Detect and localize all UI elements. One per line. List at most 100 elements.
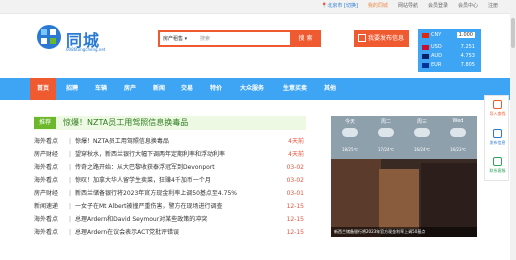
list-item[interactable]: 房产财经 | 望穿秋水，新西兰银行大幅下调两年定期利率和浮动利率 4天前 [34, 148, 304, 161]
top-link-login[interactable]: 会员登录 [428, 2, 448, 9]
headline-title[interactable]: 惊爆！NZTA员工用驾照信息换毒品 [63, 117, 188, 128]
news-separator: | [69, 164, 72, 171]
news-category[interactable]: 新闻速递 [34, 200, 58, 213]
nav-item-trade[interactable]: 交易 [175, 78, 199, 100]
search-box: 房产租售 ▾ 搜索 搜 索 [158, 30, 321, 47]
search-button[interactable]: 搜 索 [290, 30, 321, 47]
fx-base-code: CNY [431, 32, 442, 38]
fx-code: EUR [431, 62, 442, 68]
post-icon [493, 129, 502, 138]
news-date: 4天前 [288, 151, 304, 158]
cloud-icon [450, 128, 466, 137]
top-link-register[interactable]: 注册 [488, 2, 498, 9]
list-item[interactable]: 新闻速递 | 一女子在Mt Albert被撞严重伤害，警方在现场进行调查 12-1… [34, 200, 304, 213]
top-link-member[interactable]: 会员中心 [458, 2, 478, 9]
news-separator: | [69, 177, 72, 184]
edit-icon [358, 34, 366, 42]
scrollbar[interactable] [510, 0, 516, 260]
rightbar-import[interactable]: 导入查找 [485, 96, 510, 124]
fx-base-value[interactable]: 1.000 [456, 32, 475, 38]
site-logo[interactable]: 同城 0086tongcheng.net [36, 24, 106, 58]
news-separator: | [69, 203, 72, 210]
weather-temp: 18/25℃ [341, 147, 359, 152]
scrollbar-thumb[interactable] [511, 18, 515, 48]
news-title[interactable]: 总理Ardern和David Seymour对某些政策的冲突 [75, 213, 265, 226]
cloud-icon [342, 128, 358, 137]
news-title[interactable]: 惊爆！NZTA员工用驾照信息换毒品 [75, 135, 265, 148]
cloud-icon [414, 128, 430, 137]
list-item[interactable]: 房产财经 | 新西兰储备银行将2023年官方现金利率上调50基点至4.75% 03… [34, 187, 304, 200]
news-category[interactable]: 海外看点 [34, 174, 58, 187]
fx-value: 7.251 [460, 44, 475, 50]
news-category[interactable]: 海外看点 [34, 161, 58, 174]
headline-banner[interactable]: 推荐 惊爆！NZTA员工用驾照信息换毒品 [34, 116, 306, 130]
news-category[interactable]: 海外看点 [34, 135, 58, 148]
weather-day: Wed [452, 118, 464, 124]
fx-value: 7.805 [460, 62, 475, 68]
news-title[interactable]: 惊叹！加拿大华人留学生卖菜，狂赚4千加币一个月 [75, 174, 265, 187]
recommend-tag: 推荐 [34, 117, 56, 129]
rightbar-label: 发布信息 [489, 140, 506, 145]
news-date: 12-15 [286, 229, 304, 236]
top-links: 📍北京市 [切换] 我的同城 网站导航 会员登录 会员中心 注册 [321, 2, 498, 9]
fx-value: 4.753 [460, 53, 475, 59]
weather-day: 周三 [416, 119, 427, 125]
fx-row: USD 7.251 [422, 44, 478, 50]
rightbar-service[interactable]: 联系客服 [485, 153, 510, 181]
post-info-button[interactable]: 我要发布信息 [354, 30, 409, 47]
list-item[interactable]: 海外看点 | 传奇之路开始：从大巴黎收获泰浮冠军到Devonport 03-02 [34, 161, 304, 174]
nav-item-jobs[interactable]: 招聘 [60, 78, 84, 100]
right-float-bar: 导入查找 发布信息 联系客服 [484, 95, 509, 181]
nav-item-home[interactable]: 首页 [30, 78, 56, 100]
nav-item-cars[interactable]: 车辆 [89, 78, 113, 100]
fx-header: CNY 1.000 [422, 32, 478, 38]
news-date: 03-02 [286, 177, 304, 184]
nav-item-services[interactable]: 大众服务 [233, 78, 271, 100]
news-category[interactable]: 海外看点 [34, 226, 58, 239]
fx-row: EUR 7.805 [422, 62, 478, 68]
eur-flag-icon [422, 63, 429, 68]
location-switch[interactable]: 📍北京市 [切换] [321, 2, 358, 9]
news-category[interactable]: 房产财经 [34, 187, 58, 200]
news-title[interactable]: 总理Ardern在议会表示ACT党批评错误 [75, 226, 265, 239]
nav-item-news[interactable]: 新闻 [147, 78, 171, 100]
fx-row: AUD 4.753 [422, 53, 478, 59]
news-date: 4天前 [288, 138, 304, 145]
feature-photo[interactable]: 新西兰储备银行将2023年官方现金利率上调50基点 [331, 159, 477, 237]
rightbar-post[interactable]: 发布信息 [485, 125, 510, 153]
weather-day: 周二 [380, 119, 391, 125]
chat-icon [493, 157, 502, 166]
logo-subtext: 0086tongcheng.net [66, 47, 106, 52]
list-item[interactable]: 海外看点 | 惊叹！加拿大华人留学生卖菜，狂赚4千加币一个月 03-02 [34, 174, 304, 187]
news-date: 03-01 [286, 190, 304, 197]
rightbar-label: 联系客服 [489, 168, 506, 173]
top-link-my-city[interactable]: 我的同城 [368, 2, 388, 9]
news-title[interactable]: 新西兰储备银行将2023年官方现金利率上调50基点至4.75% [75, 187, 265, 200]
photo-caption[interactable]: 新西兰储备银行将2023年官方现金利率上调50基点 [331, 227, 477, 237]
usd-flag-icon [422, 45, 429, 50]
post-info-label: 我要发布信息 [368, 35, 405, 42]
top-link-site-nav[interactable]: 网站导航 [398, 2, 418, 9]
news-separator: | [69, 151, 72, 158]
search-input[interactable]: 搜索 [200, 35, 210, 42]
search-category-select[interactable]: 房产租售 ▾ [163, 35, 187, 42]
list-item[interactable]: 海外看点 | 总理Ardern在议会表示ACT党批评错误 12-15 [34, 226, 304, 239]
nav-item-property[interactable]: 房产 [118, 78, 142, 100]
nav-item-deals[interactable]: 特价 [204, 78, 228, 100]
list-item[interactable]: 海外看点 | 总理Ardern和David Seymour对某些政策的冲突 12-… [34, 213, 304, 226]
exchange-rate-widget: CNY 1.000 USD 7.251 AUD 4.753 EUR 7.805 [418, 29, 481, 72]
news-title[interactable]: 传奇之路开始：从大巴黎收获泰浮冠军到Devonport [75, 161, 265, 174]
import-icon [493, 100, 502, 109]
news-title[interactable]: 一女子在Mt Albert被撞严重伤害，警方在现场进行调查 [75, 200, 265, 213]
list-item[interactable]: 海外看点 | 惊爆！NZTA员工用驾照信息换毒品 4天前 [34, 135, 304, 148]
news-category[interactable]: 房产财经 [34, 148, 58, 161]
rightbar-label: 导入查找 [489, 111, 506, 116]
news-title[interactable]: 望穿秋水，新西兰银行大幅下调两年定期利率和浮动利率 [75, 148, 265, 161]
news-date: 12-15 [286, 216, 304, 223]
nav-item-business[interactable]: 生意买卖 [276, 78, 314, 100]
aud-flag-icon [422, 54, 429, 59]
weather-temp: 17/24℃ [377, 147, 395, 152]
nav-item-other[interactable]: 其他 [318, 78, 342, 100]
top-bar: 📍北京市 [切换] 我的同城 网站导航 会员登录 会员中心 注册 [0, 0, 516, 14]
news-category[interactable]: 海外看点 [34, 213, 58, 226]
